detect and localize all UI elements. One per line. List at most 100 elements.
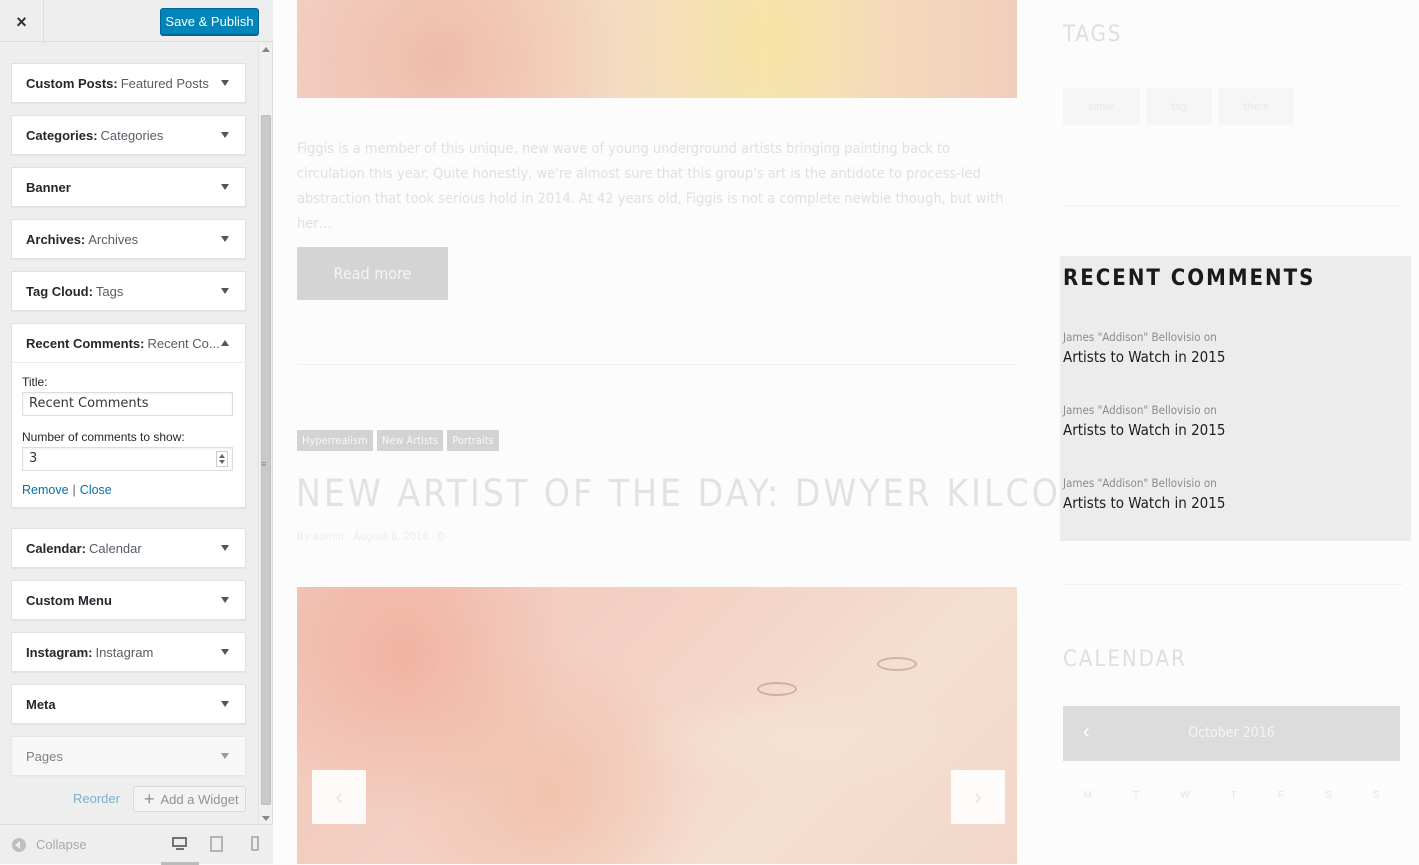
slider-prev-button[interactable]: ‹ [312, 770, 366, 824]
chevron-down-icon[interactable] [221, 288, 229, 294]
widget-type: Archives: [26, 231, 86, 247]
chevron-down-icon[interactable] [221, 80, 229, 86]
comment-author[interactable]: James "Addison" Bellovisio on [1063, 476, 1225, 490]
weekday-label: T [1230, 790, 1237, 801]
reorder-link[interactable]: Reorder [73, 791, 120, 806]
widget-type: Meta [26, 696, 56, 712]
widget-calendar[interactable]: Calendar: Calendar [11, 528, 246, 568]
calendar-header: ‹ October 2016 [1063, 706, 1400, 761]
chevron-down-icon[interactable] [221, 597, 229, 603]
close-icon: × [16, 12, 27, 32]
portrait-eye [877, 657, 917, 671]
widget-tag-cloud[interactable]: Tag Cloud: Tags [11, 271, 246, 311]
weekday-label: W [1180, 790, 1190, 801]
link-separator: | [72, 483, 76, 497]
widget-title: Tags [95, 283, 124, 299]
chevron-down-icon[interactable] [221, 753, 229, 759]
widget-title: Archives [88, 231, 139, 247]
chevron-down-icon[interactable] [221, 545, 229, 551]
widget-archives[interactable]: Archives: Archives [11, 219, 246, 259]
slider-next-button[interactable]: › [951, 770, 1005, 824]
post-tag[interactable]: New Artists [376, 430, 444, 451]
scroll-up-icon[interactable] [262, 47, 270, 52]
collapse-label: Collapse [36, 837, 87, 852]
sidebar-scrollbar[interactable]: ≡ [258, 45, 272, 825]
tablet-preview-icon[interactable] [209, 836, 225, 852]
widget-form: Title: Recent Comments Number of comment… [12, 362, 245, 507]
comment-post-link[interactable]: Artists to Watch in 2015 [1063, 421, 1225, 439]
widget-type: Recent Comments: [26, 335, 145, 351]
calendar-month: October 2016 [1188, 725, 1275, 741]
weekday-label: T [1132, 790, 1140, 801]
post-meta: By admin · August 6, 2016 · 0 [297, 530, 445, 543]
widget-pages[interactable]: Pages [11, 736, 246, 776]
comment-item: James "Addison" Bellovisio on Artists to… [1063, 476, 1225, 512]
post-tags: Hyperrealism New Artists Portraits [297, 430, 499, 451]
portrait-eye [757, 682, 797, 696]
comment-author[interactable]: James "Addison" Bellovisio on [1063, 330, 1225, 344]
count-label: Number of comments to show: [22, 430, 185, 444]
post-title[interactable]: NEW ARTIST OF THE DAY: DWYER KILCOLLIN [296, 472, 1145, 515]
post-tag[interactable]: Hyperrealism [297, 430, 373, 451]
comment-item: James "Addison" Bellovisio on Artists to… [1063, 330, 1225, 366]
widget-recent-comments[interactable]: Recent Comments: Recent Co... Title: Rece… [11, 323, 246, 508]
widget-custom-menu[interactable]: Custom Menu [11, 580, 246, 620]
post-excerpt: Figgis is a member of this unique, new w… [297, 141, 1004, 232]
chevron-down-icon[interactable] [221, 701, 229, 707]
widget-title: Instagram [95, 644, 154, 660]
comment-post-link[interactable]: Artists to Watch in 2015 [1063, 494, 1225, 512]
tag-cloud-item[interactable]: some [1063, 88, 1140, 125]
comment-post-link[interactable]: Artists to Watch in 2015 [1063, 348, 1225, 366]
save-publish-button[interactable]: Save & Publish [160, 8, 259, 35]
tag-cloud-item[interactable]: tag [1145, 88, 1213, 125]
widget-title: Recent Co... [147, 335, 220, 351]
chevron-down-icon[interactable] [221, 236, 229, 242]
customizer-footer: Collapse [0, 824, 273, 865]
mobile-preview-icon[interactable] [250, 836, 266, 852]
tag-cloud-item[interactable]: there [1218, 88, 1295, 125]
add-widget-label: Add a Widget [160, 791, 239, 807]
calendar-widget-title: CALENDAR [1063, 647, 1187, 672]
recent-comments-title: RECENT COMMENTS [1063, 266, 1316, 291]
widget-categories[interactable]: Categories: Categories [11, 115, 246, 155]
scroll-down-icon[interactable] [262, 816, 270, 821]
sidebar-divider [1063, 205, 1403, 206]
post-divider [297, 364, 1017, 365]
tag-cloud: some tag there [1063, 88, 1295, 125]
remove-link[interactable]: Remove [22, 483, 69, 497]
widget-type: Custom Menu [26, 592, 112, 608]
widget-custom-posts[interactable]: Custom Posts: Featured Posts [11, 63, 246, 103]
title-label: Title: [22, 375, 48, 389]
read-more-button[interactable]: Read more [297, 247, 448, 300]
collapse-button[interactable]: Collapse [12, 837, 87, 852]
chevron-down-icon[interactable] [221, 132, 229, 138]
chevron-down-icon[interactable] [221, 649, 229, 655]
chevron-up-icon[interactable] [221, 340, 229, 346]
weekday-label: M [1083, 790, 1092, 801]
plus-icon: + [144, 788, 155, 809]
customizer-sidebar: × Save & Publish Custom Posts: Featured P… [0, 0, 273, 865]
grip-icon: ≡ [261, 459, 267, 469]
spinner-icon[interactable] [216, 451, 228, 467]
widget-title: Featured Posts [120, 75, 209, 91]
desktop-preview-icon[interactable] [172, 836, 188, 852]
close-link[interactable]: Close [80, 483, 112, 497]
widget-banner[interactable]: Banner [11, 167, 246, 207]
close-customizer-button[interactable]: × [0, 0, 44, 45]
chevron-down-icon[interactable] [221, 184, 229, 190]
comment-author[interactable]: James "Addison" Bellovisio on [1063, 403, 1225, 417]
tags-widget-title: TAGS [1063, 22, 1123, 47]
widget-type: Pages [26, 748, 63, 764]
widget-title: Calendar [88, 540, 142, 556]
sidebar-divider [1063, 584, 1403, 585]
add-widget-button[interactable]: + Add a Widget [133, 786, 246, 812]
count-input[interactable]: 3 [22, 447, 233, 471]
customizer-header: × Save & Publish [0, 0, 273, 45]
post-image-main [297, 587, 1017, 864]
title-input[interactable]: Recent Comments [22, 392, 233, 416]
widget-instagram[interactable]: Instagram: Instagram [11, 632, 246, 672]
post-tag[interactable]: Portraits [447, 430, 499, 451]
widget-meta[interactable]: Meta [11, 684, 246, 724]
widget-type: Categories: [26, 127, 98, 143]
site-preview: Figgis is a member of this unique, new w… [274, 0, 1419, 864]
